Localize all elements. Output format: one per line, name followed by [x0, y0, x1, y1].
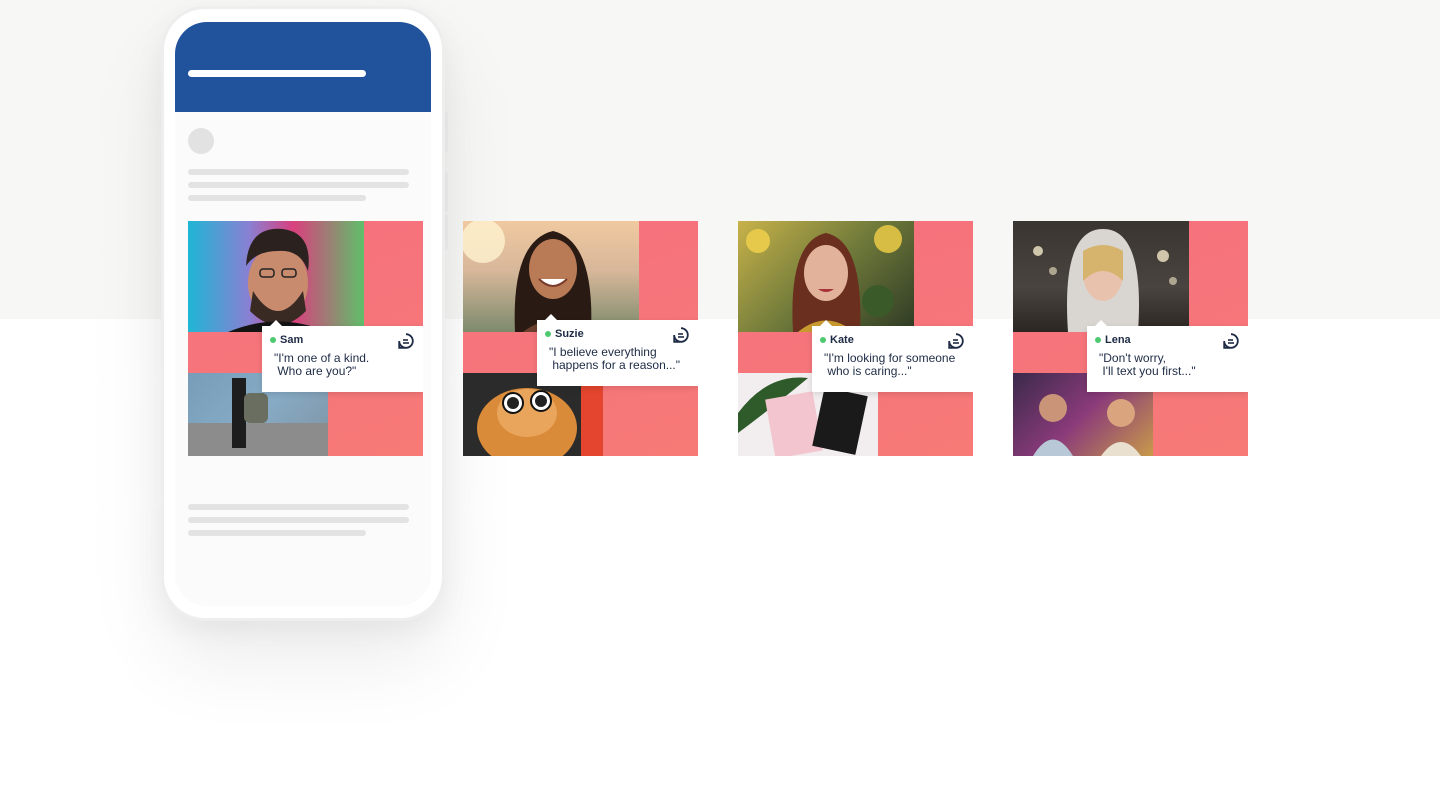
profile-card-sam[interactable]: Sam "I'm one of a kind. Who are you?" — [188, 221, 423, 456]
chat-bubble: Sam "I'm one of a kind. Who are you?" — [262, 320, 423, 392]
profile-name: Suzie — [555, 328, 584, 340]
text-placeholder-line — [188, 195, 366, 201]
online-status-dot — [270, 337, 276, 343]
profile-quote: "Don't worry, I'll text you first..." — [1099, 351, 1196, 378]
chat-bubble: Lena "Don't worry, I'll text you first..… — [1087, 320, 1248, 392]
profile-name: Lena — [1105, 334, 1131, 346]
online-status-dot — [545, 331, 551, 337]
text-placeholder-line — [188, 504, 409, 510]
text-placeholder-line — [188, 182, 409, 188]
profile-name: Sam — [280, 334, 304, 346]
profile-card-kate[interactable]: Kate "I'm looking for someone who is car… — [738, 221, 973, 456]
profile-photo — [188, 221, 364, 332]
text-placeholder-line — [188, 169, 409, 175]
avatar-placeholder — [188, 128, 214, 154]
chat-bubble: Suzie "I believe everything happens for … — [537, 314, 698, 386]
text-placeholder-line — [188, 517, 409, 523]
profile-photo — [738, 221, 914, 332]
profile-quote: "I believe everything happens for a reas… — [549, 345, 681, 372]
profile-quote: "I'm looking for someone who is caring..… — [824, 351, 956, 378]
profile-quote: "I'm one of a kind. Who are you?" — [274, 351, 370, 378]
chat-bubble-icon[interactable] — [948, 333, 964, 349]
chat-bubble-icon[interactable] — [398, 333, 414, 349]
chat-bubble: Kate "I'm looking for someone who is car… — [812, 320, 973, 392]
chat-bubble-icon[interactable] — [673, 327, 689, 343]
profile-card-suzie[interactable]: Suzie "I believe everything happens for … — [463, 221, 698, 456]
chat-bubble-icon[interactable] — [1223, 333, 1239, 349]
profile-photo — [1013, 221, 1189, 332]
header-placeholder-bar — [188, 70, 366, 77]
profile-name: Kate — [830, 334, 854, 346]
text-placeholder-line — [188, 530, 366, 536]
phone-header — [175, 22, 431, 112]
online-status-dot — [820, 337, 826, 343]
profile-card-lena[interactable]: Lena "Don't worry, I'll text you first..… — [1013, 221, 1248, 456]
online-status-dot — [1095, 337, 1101, 343]
